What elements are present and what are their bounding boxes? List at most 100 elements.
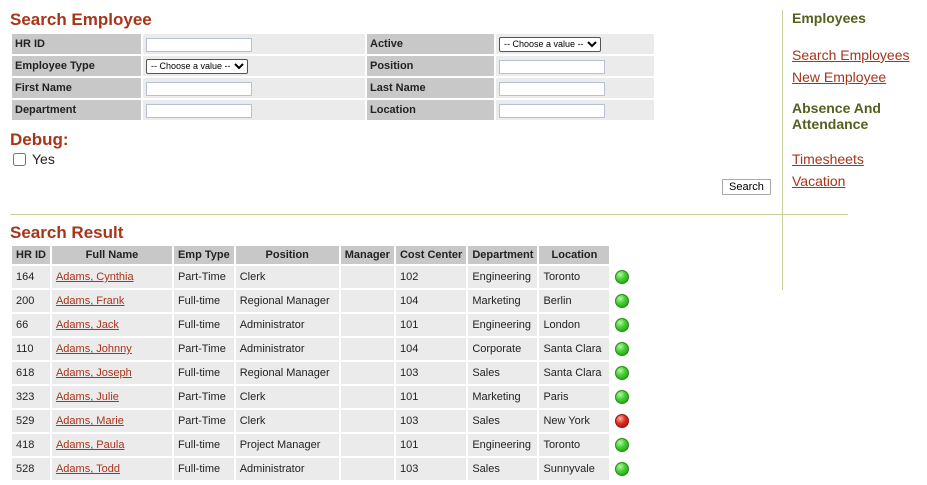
cell-location: Santa Clara [539,338,610,360]
col-hr-id[interactable]: HR ID [12,246,50,264]
employee-name-link[interactable]: Adams, Todd [56,463,120,475]
department-label: Department [12,100,141,120]
debug-checkbox[interactable] [13,152,26,166]
cell-location: New York [539,410,610,432]
employee-name-link[interactable]: Adams, Johnny [56,343,132,355]
sidebar-heading-employees: Employees [792,10,866,26]
debug-checkbox-label: Yes [32,151,55,167]
first-name-cell [143,78,365,98]
sidebar-link-timesheets[interactable]: Timesheets [792,148,922,170]
sidebar-link-vacation[interactable]: Vacation [792,170,922,192]
col-department[interactable]: Department [468,246,538,264]
cell-full-name: Adams, Cynthia [51,266,172,288]
cell-status [611,362,634,384]
sidebar-link-new-employee[interactable]: New Employee [792,66,922,88]
cell-status [611,338,634,360]
active-select[interactable]: -- Choose a value -- [499,36,601,52]
col-full-name[interactable]: Full Name [51,246,172,264]
cell-cost-center: 101 [395,314,467,336]
status-green-icon [615,294,630,308]
status-green-icon [615,390,630,404]
cell-department: Sales [468,362,538,384]
employee-name-link[interactable]: Adams, Jack [56,319,119,331]
section-divider [10,214,848,215]
cell-full-name: Adams, Jack [51,314,172,336]
search-button[interactable]: Search [722,179,771,195]
cell-full-name: Adams, Julie [51,386,172,408]
cell-cost-center: 101 [395,434,467,456]
status-green-icon [615,342,630,356]
cell-emp-type: Part-Time [173,386,234,408]
col-status [611,246,634,264]
col-location[interactable]: Location [539,246,610,264]
col-cost-center[interactable]: Cost Center [395,246,467,264]
position-label: Position [367,56,494,76]
employee-type-select[interactable]: -- Choose a value -- [146,58,248,74]
col-emp-type[interactable]: Emp Type [173,246,234,264]
cell-location: Paris [539,386,610,408]
hr-id-cell [143,34,365,54]
last-name-cell [496,78,654,98]
cell-manager [340,434,394,456]
cell-hr-id: 528 [12,458,50,480]
col-manager[interactable]: Manager [340,246,394,264]
results-table: HR ID Full Name Emp Type Position Manage… [10,244,635,482]
cell-manager [340,386,394,408]
cell-full-name: Adams, Johnny [51,338,172,360]
location-cell [496,100,654,120]
first-name-label: First Name [12,78,141,98]
status-green-icon [615,318,630,332]
results-body: 164 Adams, Cynthia Part-Time Clerk 102 Engine… [12,266,634,480]
last-name-input[interactable] [499,81,605,96]
cell-full-name: Adams, Paula [51,434,172,456]
cell-location: Sunnyvale [539,458,610,480]
employee-name-link[interactable]: Adams, Frank [56,295,124,307]
cell-emp-type: Part-Time [173,338,234,360]
sidebar-divider [782,10,783,290]
table-row: 618 Adams, Joseph Full-time Regional Manage… [12,362,634,384]
position-input[interactable] [499,59,605,74]
department-input[interactable] [146,103,252,118]
cell-manager [340,266,394,288]
employee-name-link[interactable]: Adams, Marie [56,415,124,427]
search-form: HR ID Active -- Choose a value -- Employ… [10,32,656,122]
cell-manager [340,290,394,312]
employee-name-link[interactable]: Adams, Joseph [56,367,132,379]
cell-status [611,290,634,312]
cell-status [611,314,634,336]
cell-position: Administrator [235,458,339,480]
cell-position: Clerk [235,386,339,408]
employee-name-link[interactable]: Adams, Julie [56,391,119,403]
debug-yes-option[interactable]: Yes [13,151,55,167]
cell-department: Sales [468,458,538,480]
first-name-input[interactable] [146,81,252,96]
cell-department: Corporate [468,338,538,360]
status-green-icon [615,270,630,284]
cell-position: Clerk [235,266,339,288]
col-position[interactable]: Position [235,246,339,264]
cell-manager [340,314,394,336]
cell-hr-id: 618 [12,362,50,384]
sidebar-link-search-employees[interactable]: Search Employees [792,44,922,66]
cell-department: Engineering [468,314,538,336]
cell-status [611,458,634,480]
hr-id-input[interactable] [146,37,252,52]
cell-emp-type: Full-time [173,314,234,336]
location-input[interactable] [499,103,605,118]
employee-name-link[interactable]: Adams, Cynthia [56,271,134,283]
hr-id-label: HR ID [12,34,141,54]
cell-location: Berlin [539,290,610,312]
cell-hr-id: 110 [12,338,50,360]
cell-position: Administrator [235,314,339,336]
cell-department: Marketing [468,386,538,408]
cell-location: Toronto [539,434,610,456]
cell-position: Administrator [235,338,339,360]
position-cell [496,56,654,76]
cell-full-name: Adams, Joseph [51,362,172,384]
employee-name-link[interactable]: Adams, Paula [56,439,124,451]
status-green-icon [615,462,630,476]
cell-cost-center: 103 [395,458,467,480]
cell-status [611,434,634,456]
cell-position: Clerk [235,410,339,432]
table-row: 110 Adams, Johnny Part-Time Administrator 10… [12,338,634,360]
